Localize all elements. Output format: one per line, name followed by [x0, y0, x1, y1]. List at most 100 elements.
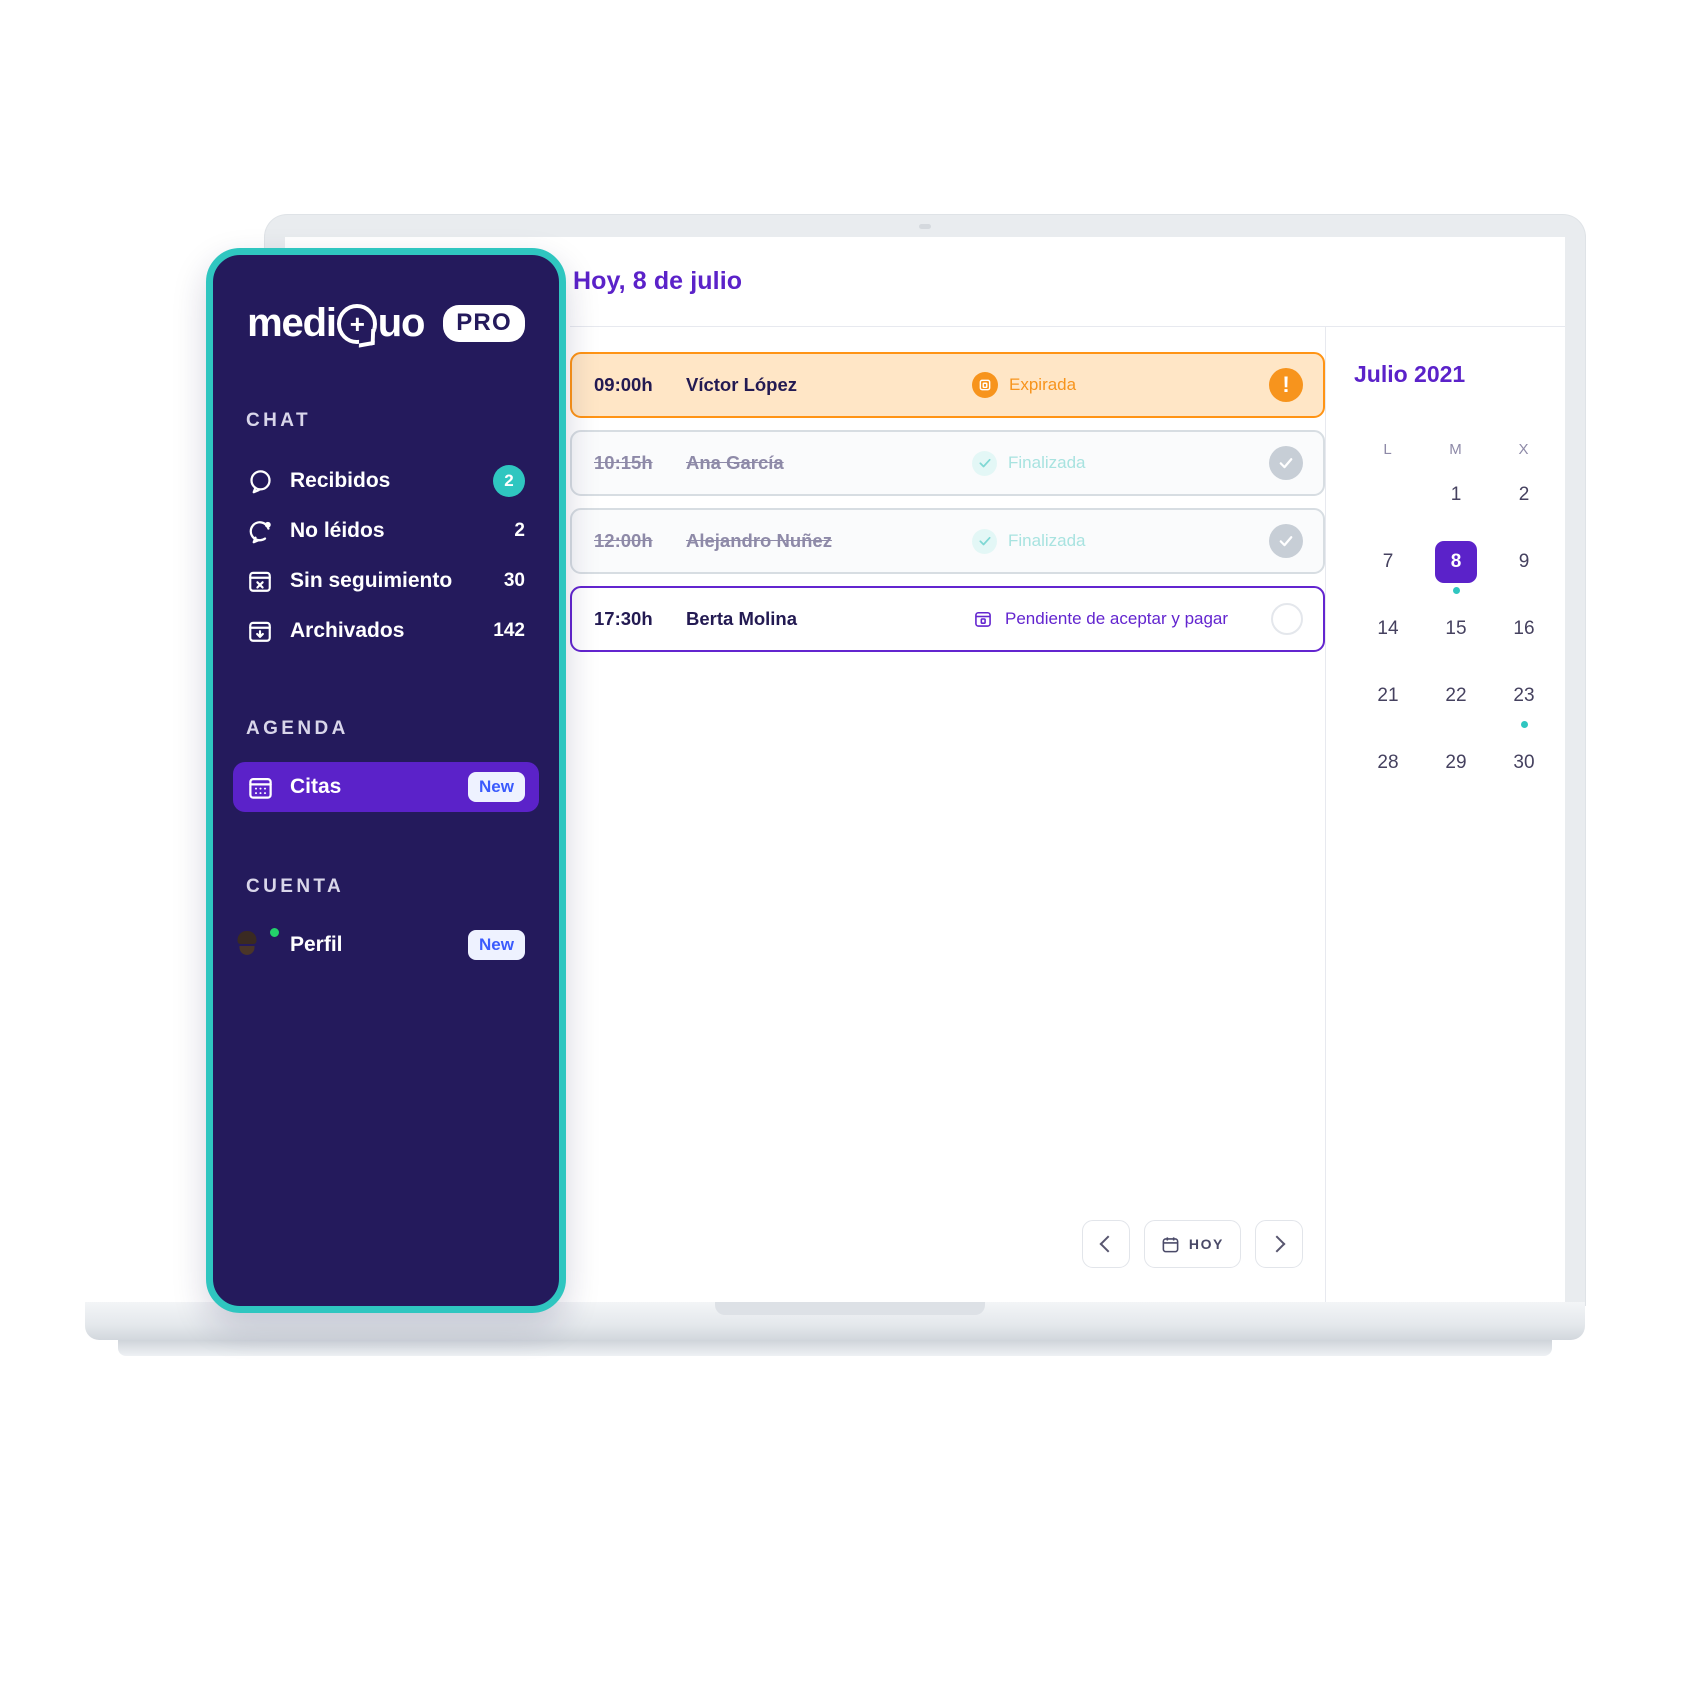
appointment-action-icon[interactable]: ! [1269, 368, 1303, 402]
appointment-action-icon[interactable] [1271, 603, 1303, 635]
calendar-day-number[interactable]: 7 [1367, 541, 1409, 583]
calendar-day-cell[interactable]: 7 [1354, 533, 1422, 600]
appointment-time: 10:15h [594, 452, 653, 473]
status-label: Finalizada [1008, 531, 1086, 550]
sidebar-item-citas[interactable]: Citas New [233, 762, 539, 812]
prev-day-button[interactable] [1081, 1220, 1130, 1268]
calendar-day-number[interactable]: 15 [1435, 608, 1477, 650]
archive-icon [247, 618, 279, 644]
laptop-base-lip [715, 1302, 985, 1315]
chevron-right-icon [1268, 1235, 1286, 1253]
calendar-pane: Julio 2021 L M X 1 2 7 8 9 14 15 16 21 22 23 28 29 30 [1325, 327, 1565, 1302]
sidebar-item-perfil[interactable]: Perfil New [233, 920, 539, 970]
calendar-day-cell[interactable]: 16 [1490, 600, 1558, 667]
appointments-pane: 09:00h Víctor López Expirada! 10:15h Ana Gar… [570, 327, 1325, 1302]
appointment-action-icon[interactable] [1269, 524, 1303, 558]
calendar-x-icon [247, 568, 279, 594]
calendar-day-number[interactable]: 22 [1435, 675, 1477, 717]
calendar-day-number[interactable]: 2 [1503, 474, 1545, 516]
sidebar-item-label: Citas [290, 775, 342, 798]
app-content: Hoy, 8 de julio 09:00h Víctor López Expira… [570, 237, 1565, 1302]
calendar-empty-cell [1354, 466, 1422, 533]
calendar-day-number[interactable]: 9 [1503, 541, 1545, 583]
check-circle-icon[interactable] [1269, 524, 1303, 558]
unread-badge: 2 [493, 465, 525, 497]
screenshot-root: Hoy, 8 de julio 09:00h Víctor López Expira… [0, 0, 1700, 1700]
status-label: Finalizada [1008, 453, 1086, 472]
calendar-day-number[interactable]: 28 [1367, 742, 1409, 784]
section-label-cuenta: CUENTA [246, 876, 345, 897]
status-label: Pendiente de aceptar y pagar [1005, 609, 1229, 628]
chat-unread-icon [247, 518, 279, 545]
sidebar-item-sin-seguimiento[interactable]: Sin seguimiento 30 [233, 556, 539, 606]
status-badge: Finalizada [972, 528, 1086, 554]
laptop-foot [118, 1340, 1552, 1356]
sidebar-agenda-items: Citas New [213, 762, 559, 812]
calendar-day-number[interactable]: 29 [1435, 742, 1477, 784]
sidebar-item-label: Perfil [290, 933, 343, 956]
empty-circle-icon[interactable] [1271, 603, 1303, 635]
calendar-day-cell[interactable]: 9 [1490, 533, 1558, 600]
calendar-day-cell[interactable]: 15 [1422, 600, 1490, 667]
item-count: 30 [503, 570, 525, 591]
brand-logo[interactable]: medi + uo PRO [213, 301, 559, 346]
sidebar-item-recibidos[interactable]: Recibidos 2 [233, 456, 539, 506]
calendar-day-number[interactable]: 23 [1503, 675, 1545, 717]
check-circle-icon[interactable] [1269, 446, 1303, 480]
body-row: 09:00h Víctor López Expirada! 10:15h Ana Gar… [570, 327, 1565, 1302]
calendar-day-cell[interactable]: 29 [1422, 734, 1490, 801]
calendar-day-number[interactable]: 14 [1367, 608, 1409, 650]
sidebar-item-label: No léidos [290, 519, 385, 542]
calendar-day-cell[interactable]: 30 [1490, 734, 1558, 801]
calendar-day-number[interactable]: 21 [1367, 675, 1409, 717]
today-button-label: HOY [1188, 1236, 1224, 1252]
brand-logo-post: uo [377, 301, 426, 345]
appointment-time: 12:00h [594, 530, 653, 551]
appointments-list: 09:00h Víctor López Expirada! 10:15h Ana Gar… [570, 352, 1325, 652]
page-title: Hoy, 8 de julio [573, 267, 743, 295]
status-badge: Expirada [972, 372, 1076, 398]
brand-logo-q-icon: + [336, 303, 377, 344]
calendar-day-number[interactable]: 16 [1503, 608, 1545, 650]
appointment-time: 17:30h [594, 608, 653, 629]
calendar-dow-header: L [1383, 440, 1393, 458]
brand-logo-plus: + [349, 308, 365, 339]
sidebar: medi + uo PRO CHAT Recibidos 2 No léidos 2 S… [206, 248, 566, 1313]
appointment-row[interactable]: 12:00h Alejandro Nuñez Finalizada [570, 508, 1325, 574]
sidebar-account-items: Perfil New [213, 920, 559, 970]
calendar-outline-icon [972, 608, 994, 630]
calendar-event-dot [1452, 587, 1460, 594]
next-day-button[interactable] [1255, 1220, 1303, 1268]
calendar-day-cell[interactable]: 23 [1490, 667, 1558, 734]
check-icon [972, 528, 997, 554]
calendar-day-cell[interactable]: 1 [1422, 466, 1490, 533]
sidebar-item-label: Archivados [290, 619, 405, 642]
today-button[interactable]: HOY [1143, 1220, 1241, 1268]
new-badge: New [468, 930, 525, 960]
section-label-agenda: AGENDA [246, 718, 349, 739]
calendar-day-cell[interactable]: 8 [1422, 533, 1490, 600]
sidebar-item-no-l-idos[interactable]: No léidos 2 [233, 506, 539, 556]
appointment-row[interactable]: 17:30h Berta Molina Pendiente de aceptar y… [570, 586, 1325, 652]
calendar-day-cell[interactable]: 28 [1354, 734, 1422, 801]
appointment-row[interactable]: 09:00h Víctor López Expirada! [570, 352, 1325, 418]
calendar-day-cell[interactable]: 22 [1422, 667, 1490, 734]
section-label-chat: CHAT [246, 410, 311, 431]
calendar-day-cell[interactable]: 14 [1354, 600, 1422, 667]
status-badge: Finalizada [972, 450, 1086, 476]
calendar-day-cell[interactable]: 2 [1490, 466, 1558, 533]
appointment-action-icon[interactable] [1269, 446, 1303, 480]
date-navigation: HOY [1081, 1220, 1303, 1268]
calendar-day-selected[interactable]: 8 [1435, 541, 1477, 583]
calendar-day-number[interactable]: 30 [1503, 742, 1545, 784]
warning-icon[interactable]: ! [1269, 368, 1303, 402]
appointment-patient-name: Berta Molina [686, 608, 798, 629]
status-badge: Pendiente de aceptar y pagar [972, 608, 1228, 630]
sidebar-item-archivados[interactable]: Archivados 142 [233, 606, 539, 656]
check-icon [972, 450, 997, 476]
online-status-dot [268, 926, 281, 939]
appointment-row[interactable]: 10:15h Ana García Finalizada [570, 430, 1325, 496]
calendar-day-cell[interactable]: 21 [1354, 667, 1422, 734]
sidebar-chat-items: Recibidos 2 No léidos 2 Sin seguimiento 30 Arc… [213, 456, 559, 656]
calendar-day-number[interactable]: 1 [1435, 474, 1477, 516]
